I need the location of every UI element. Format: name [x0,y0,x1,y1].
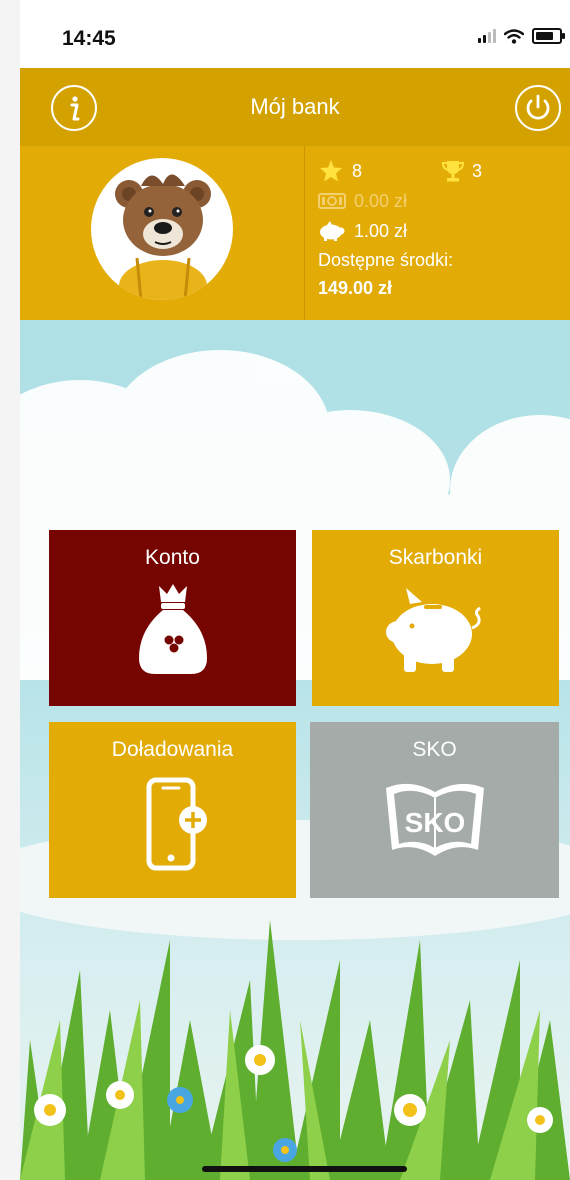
tile-sko[interactable]: SKO SKO [310,722,559,898]
tile-skarbonki[interactable]: Skarbonki [312,530,559,706]
profile-panel: 8 3 0.00 zł 1.00 zł Dostępne środki: 149… [20,146,570,320]
available-funds-label: Dostępne środki: [318,250,454,270]
sko-badge-text: SKO [404,807,465,838]
piggy-bank-icon [312,582,559,678]
battery-icon [532,28,565,44]
tile-skarbonki-label: Skarbonki [388,546,483,569]
money-bag-icon [49,582,296,678]
power-icon [526,94,550,120]
balance-row-1: 0.00 zł [318,186,558,216]
piggy-bank-small-icon [318,221,346,241]
bear-mascot-image [115,174,211,300]
sko-book-icon: SKO [310,774,559,864]
tile-sko-label: SKO [412,738,457,761]
profile-avatar-area [20,146,305,320]
phone-screen: 14:45 Mój bank 8 3 0.00 zł 1.00 zł Dostę… [20,0,570,1180]
balance-row-2: 1.00 zł [318,216,558,246]
app-header: Mój bank [20,68,570,146]
stars-count: 8 [352,160,363,181]
wifi-icon [504,28,524,44]
tile-konto-label: Konto [145,546,200,569]
star-icon [318,159,344,183]
balance-2-value: 1.00 zł [354,220,408,241]
balance-1-value: 0.00 zł [354,190,408,211]
status-bar: 14:45 [20,0,570,68]
trophies-count: 3 [472,160,483,181]
tile-doladowania-label: Doładowania [111,738,234,761]
available-funds-value: 149.00 zł [318,278,393,298]
signal-icon [478,29,496,43]
status-time: 14:45 [62,27,116,50]
account-stats: 8 3 0.00 zł 1.00 zł Dostępne środki: 149… [318,156,558,302]
tile-doladowania[interactable]: Doładowania [49,722,296,898]
phone-topup-icon [49,774,296,874]
achievements-row: 8 3 [318,156,558,186]
logout-button[interactable] [515,85,561,131]
page-title: Mój bank [250,94,340,119]
trophy-icon [442,159,465,183]
tile-konto[interactable]: Konto [49,530,296,706]
banknote-icon [318,192,346,210]
home-indicator[interactable] [202,1166,407,1172]
status-icons [478,28,565,44]
avatar[interactable] [91,158,233,300]
